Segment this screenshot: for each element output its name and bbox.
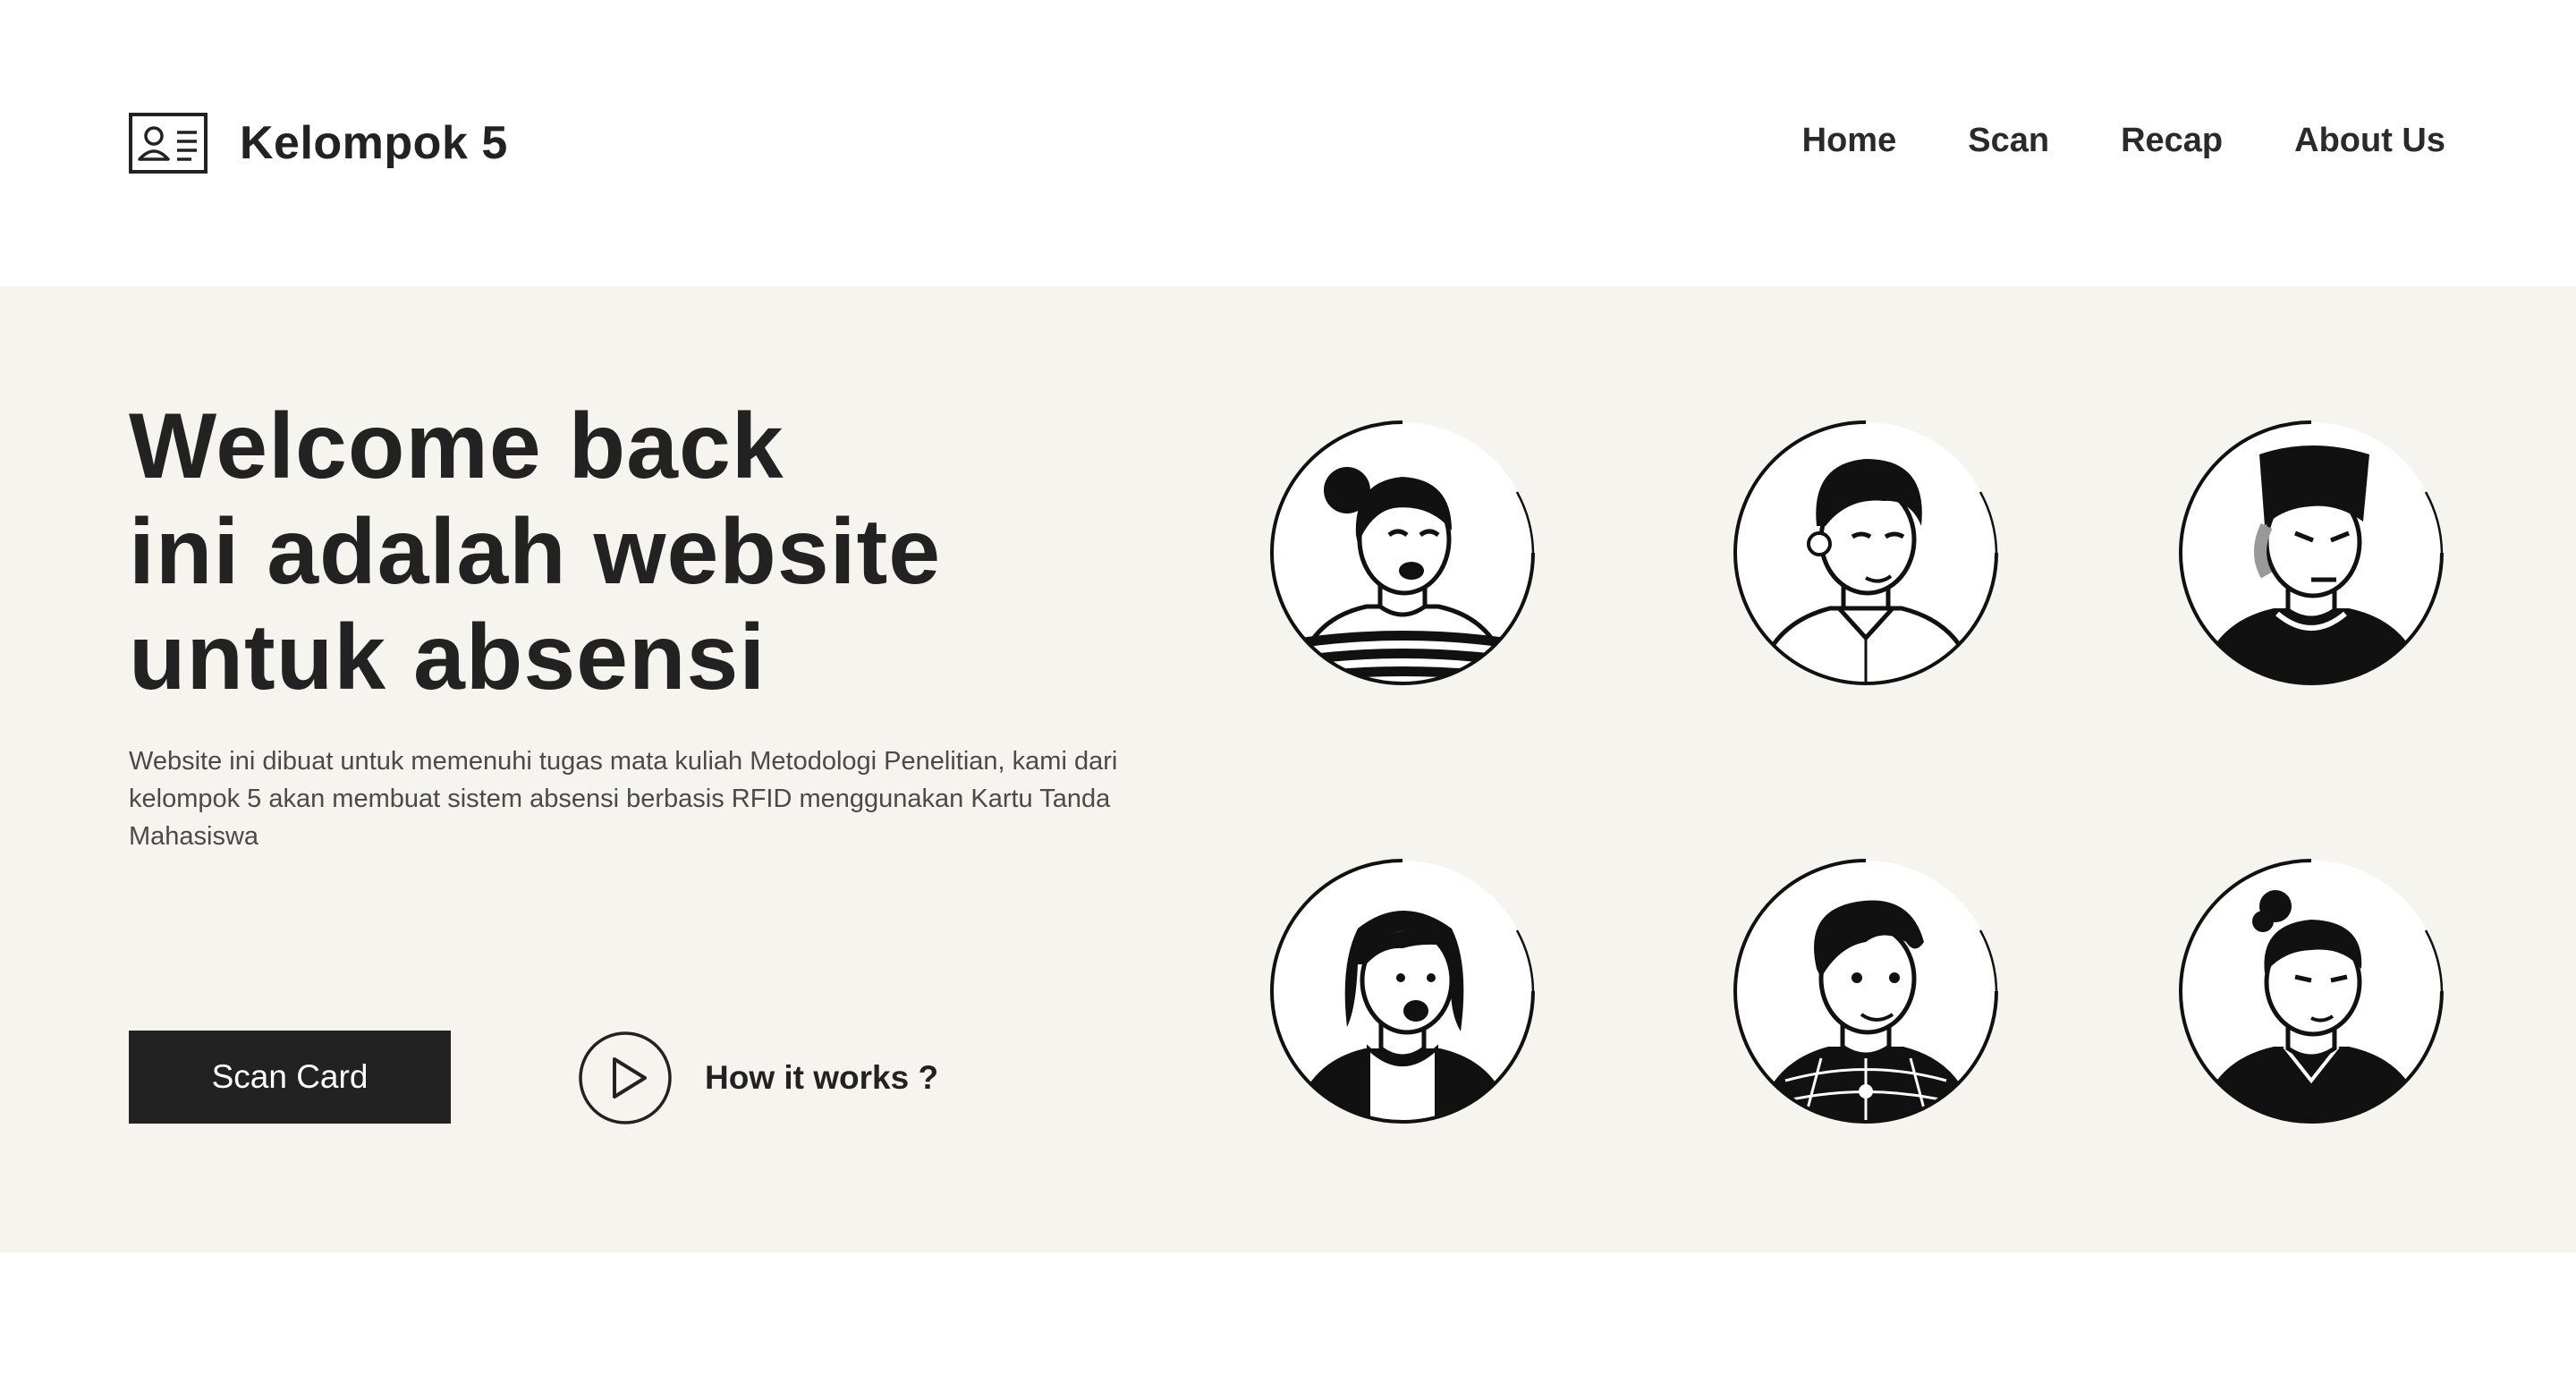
avatar-icon (1270, 859, 1535, 1124)
avatar-icon (1733, 420, 1998, 685)
how-it-works-label: How it works ? (705, 1059, 939, 1096)
avatar-man-topknot-jacket (2177, 857, 2445, 1125)
hero-title-line: Welcome back (129, 395, 784, 498)
nav-scan[interactable]: Scan (1968, 122, 2049, 160)
avatar-woman-bun-striped (1268, 419, 1537, 687)
hero-description: Website ini dibuat untuk memenuhi tugas … (129, 747, 1118, 851)
avatar-icon (2179, 420, 2444, 685)
hero-title: Welcome back ini adalah website untuk ab… (129, 394, 941, 710)
avatar-icon (1270, 420, 1535, 685)
play-icon (579, 1031, 672, 1124)
avatar-icon (1733, 859, 1998, 1124)
brand-logo[interactable]: Kelompok 5 (129, 113, 508, 174)
avatar-icon (2179, 859, 2444, 1124)
site-header: Kelompok 5 Home Scan Recap About Us (0, 0, 2576, 286)
how-it-works-link[interactable]: How it works ? (578, 1031, 938, 1125)
nav-about-us[interactable]: About Us (2294, 122, 2445, 160)
avatar-man-spider-shirt (1732, 857, 2000, 1125)
id-card-icon (129, 113, 208, 174)
scan-card-button[interactable]: Scan Card (129, 1031, 451, 1124)
brand-name: Kelompok 5 (240, 117, 508, 169)
avatar-woman-bob (1268, 857, 1537, 1125)
nav-home[interactable]: Home (1802, 122, 1897, 160)
avatar-man-curly-shirt (1732, 419, 2000, 687)
avatar-man-pompadour (2177, 419, 2445, 687)
main-nav: Home Scan Recap About Us (1802, 122, 2445, 160)
hero-title-line: ini adalah website (129, 500, 942, 604)
hero-title-line: untuk absensi (129, 606, 767, 709)
hero-section: Welcome back ini adalah website untuk ab… (0, 286, 2576, 1252)
nav-recap[interactable]: Recap (2121, 122, 2223, 160)
